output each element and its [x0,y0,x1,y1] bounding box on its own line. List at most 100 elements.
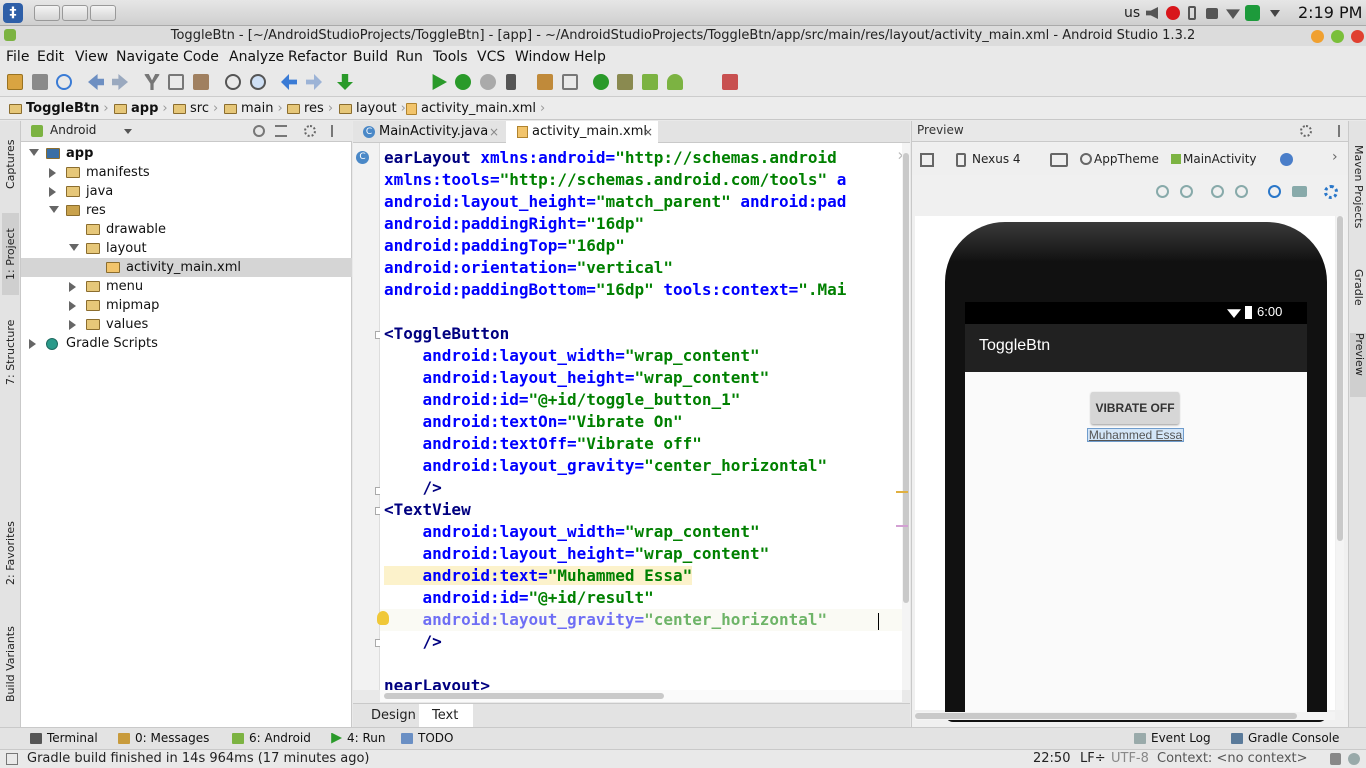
gear-icon[interactable] [304,125,316,137]
tree-item-layout[interactable]: layout [21,239,352,258]
collapse-all-icon[interactable] [275,125,287,137]
preview-horizontal-scrollbar[interactable] [915,712,1335,720]
paste-icon[interactable] [193,74,209,90]
overflow-chevron-icon[interactable]: › [1332,149,1338,165]
activity-selector[interactable]: MainActivity [1183,152,1257,166]
zoom-fit-icon[interactable] [1156,185,1169,198]
class-gutter-icon[interactable]: C [356,151,369,164]
tool-window-gradle-console[interactable]: Gradle Console [1231,731,1339,745]
expand-arrow-right-icon[interactable] [29,339,36,349]
minimize-window-button[interactable] [1311,30,1324,43]
make-project-icon[interactable] [337,74,353,90]
error-stripe-mark[interactable] [896,491,908,493]
wifi-icon[interactable] [1226,9,1240,19]
scroll-thumb[interactable] [915,713,1297,719]
scroll-thumb[interactable] [1337,216,1343,541]
tool-tab-project[interactable]: 1: Project [2,213,19,295]
tree-item-values[interactable]: values [21,315,352,334]
tree-item-manifests[interactable]: manifests [21,163,352,182]
project-structure-icon[interactable] [537,74,553,90]
menu-navigate[interactable]: Navigate [116,49,179,65]
tab-design[interactable]: Design [371,708,416,723]
menu-file[interactable]: File [6,49,29,65]
tab-mainactivity-java[interactable]: C MainActivity.java × [353,121,505,143]
expand-arrow-right-icon[interactable] [69,320,76,330]
menu-edit[interactable]: Edit [37,49,64,65]
expand-arrow-down-icon[interactable] [29,149,39,156]
tool-window-terminal[interactable]: Terminal [30,731,98,745]
menu-run[interactable]: Run [396,49,423,65]
tool-tab-maven-projects[interactable]: Maven Projects [1351,145,1365,245]
os-window-button-1[interactable] [34,5,60,21]
sdk-manager-icon[interactable] [642,74,658,90]
close-tab-icon[interactable]: × [489,121,499,143]
tool-window-todo[interactable]: TODO [401,731,453,745]
clock[interactable]: 2:19 PM [1298,3,1362,22]
cut-icon[interactable] [144,74,160,90]
menu-help[interactable]: Help [574,49,606,65]
preview-vertical-scrollbar[interactable] [1336,216,1344,710]
hide-panel-icon[interactable] [331,125,343,137]
tree-item-mipmap[interactable]: mipmap [21,296,352,315]
tree-item-activity-main-xml[interactable]: activity_main.xml [21,258,352,277]
locale-globe-icon[interactable] [1280,153,1293,166]
zoom-actual-icon[interactable] [1180,185,1193,198]
expand-arrow-right-icon[interactable] [69,282,76,292]
tool-tab-favorites[interactable]: 2: Favorites [2,507,19,599]
breadcrumb-res[interactable]: res › [287,100,333,117]
editor-context[interactable]: Context: <no context> [1157,751,1308,766]
breadcrumb-activity-main[interactable]: activity_main.xml › [406,100,545,117]
os-window-button-3[interactable] [90,5,116,21]
file-encoding[interactable]: UTF-8 [1111,751,1149,766]
layout-options-icon[interactable] [920,153,934,167]
menu-build[interactable]: Build [353,49,388,65]
tool-window-messages[interactable]: 0: Messages [118,731,209,745]
tool-windows-toggle-icon[interactable] [6,753,18,765]
breadcrumb-togglebtn[interactable]: ToggleBtn › [9,100,109,117]
tool-tab-captures[interactable]: Captures [2,129,19,199]
replace-icon[interactable] [250,74,266,90]
debug-icon[interactable] [455,74,471,90]
device-selector[interactable]: Nexus 4 [972,152,1021,166]
phone-text-view[interactable]: Muhammed Essa [1087,428,1184,442]
os-window-button-2[interactable] [62,5,88,21]
breadcrumb-src[interactable]: src › [173,100,218,117]
app-launcher-icon[interactable]: ‡ [3,3,23,23]
scroll-from-source-icon[interactable] [253,125,265,137]
expand-arrow-right-icon[interactable] [69,301,76,311]
avd-manager-icon[interactable] [617,74,633,90]
orientation-icon[interactable] [1050,153,1068,167]
menu-tools[interactable]: Tools [433,49,468,65]
tree-item-res[interactable]: res [21,201,352,220]
tab-activity-main-xml[interactable]: activity_main.xml × [506,121,658,144]
bluetooth-icon[interactable] [1188,6,1196,20]
tool-tab-structure[interactable]: 7: Structure [2,311,19,393]
tree-item-app[interactable]: app [21,144,352,163]
attach-debugger-icon[interactable] [480,74,496,90]
find-icon[interactable] [225,74,241,90]
chevron-down-icon[interactable] [1270,10,1280,17]
hide-panel-icon[interactable] [1328,125,1340,137]
scroll-thumb[interactable] [384,693,664,699]
line-separator[interactable]: LF÷ [1080,751,1106,766]
forward-icon[interactable] [306,74,322,90]
editor-vertical-scrollbar[interactable] [896,143,910,690]
undo-icon[interactable] [88,74,104,90]
android-monitor-icon[interactable] [667,74,683,90]
tool-tab-preview[interactable]: Preview [1350,333,1366,397]
copy-icon[interactable] [168,74,184,90]
tool-window-run[interactable]: 4: Run [330,731,386,745]
caret-position[interactable]: 22:50 [1033,751,1070,766]
redo-icon[interactable] [112,74,128,90]
breadcrumb-layout[interactable]: layout › [339,100,406,117]
stop-device-icon[interactable] [506,74,516,90]
theme-selector[interactable]: AppTheme [1094,152,1159,166]
expand-arrow-right-icon[interactable] [49,168,56,178]
lightbulb-icon[interactable] [377,611,389,625]
run-icon[interactable] [432,74,447,90]
expand-arrow-down-icon[interactable] [69,244,79,251]
expand-arrow-down-icon[interactable] [49,206,59,213]
gear-icon[interactable] [1324,185,1338,199]
tool-tab-build-variants[interactable]: Build Variants [2,616,19,712]
editor-horizontal-scrollbar[interactable] [380,690,902,702]
